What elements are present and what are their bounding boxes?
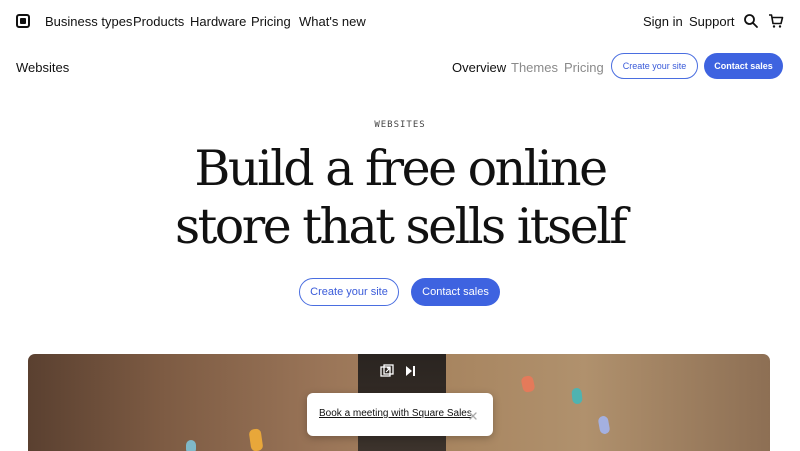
hand-decoration xyxy=(186,440,196,451)
contact-sales-button[interactable]: Contact sales xyxy=(411,278,500,306)
nav-hardware[interactable]: Hardware xyxy=(190,14,246,29)
nav-whats-new[interactable]: What's new xyxy=(299,14,366,29)
play-pause-icon[interactable] xyxy=(403,364,417,378)
contact-sales-button-small[interactable]: Contact sales xyxy=(704,53,783,79)
cart-icon[interactable] xyxy=(768,13,784,29)
top-navigation: Business types Products Hardware Pricing… xyxy=(0,0,800,42)
hero-headline-line-1: Build a free online xyxy=(194,140,608,197)
tab-themes[interactable]: Themes xyxy=(511,60,558,75)
hero-headline: Build a free online store that sells its… xyxy=(0,140,800,256)
hand-decoration xyxy=(597,415,611,435)
hand-decoration xyxy=(520,374,536,394)
hand-decoration xyxy=(571,387,583,405)
create-site-button[interactable]: Create your site xyxy=(299,278,399,306)
picture-in-picture-icon[interactable] xyxy=(380,364,394,378)
support-link[interactable]: Support xyxy=(689,14,735,29)
nav-products[interactable]: Products xyxy=(133,14,184,29)
search-icon[interactable] xyxy=(743,13,759,29)
sales-meeting-toast: Book a meeting with Square Sales xyxy=(307,393,493,436)
hero-eyebrow: WEBSITES xyxy=(374,120,426,130)
sign-in-link[interactable]: Sign in xyxy=(643,14,683,29)
close-icon[interactable] xyxy=(468,408,478,420)
tab-pricing[interactable]: Pricing xyxy=(564,60,604,75)
hand-decoration xyxy=(248,428,264,451)
book-meeting-link[interactable]: Book a meeting with Square Sales xyxy=(319,408,472,419)
hero-headline-line-2: store that sells itself xyxy=(174,198,628,255)
tab-overview[interactable]: Overview xyxy=(452,60,506,75)
nav-pricing[interactable]: Pricing xyxy=(251,14,291,29)
square-logo-icon[interactable] xyxy=(16,14,30,28)
create-site-button-small[interactable]: Create your site xyxy=(611,53,698,79)
nav-business-types[interactable]: Business types xyxy=(45,14,132,29)
section-title[interactable]: Websites xyxy=(16,60,69,75)
